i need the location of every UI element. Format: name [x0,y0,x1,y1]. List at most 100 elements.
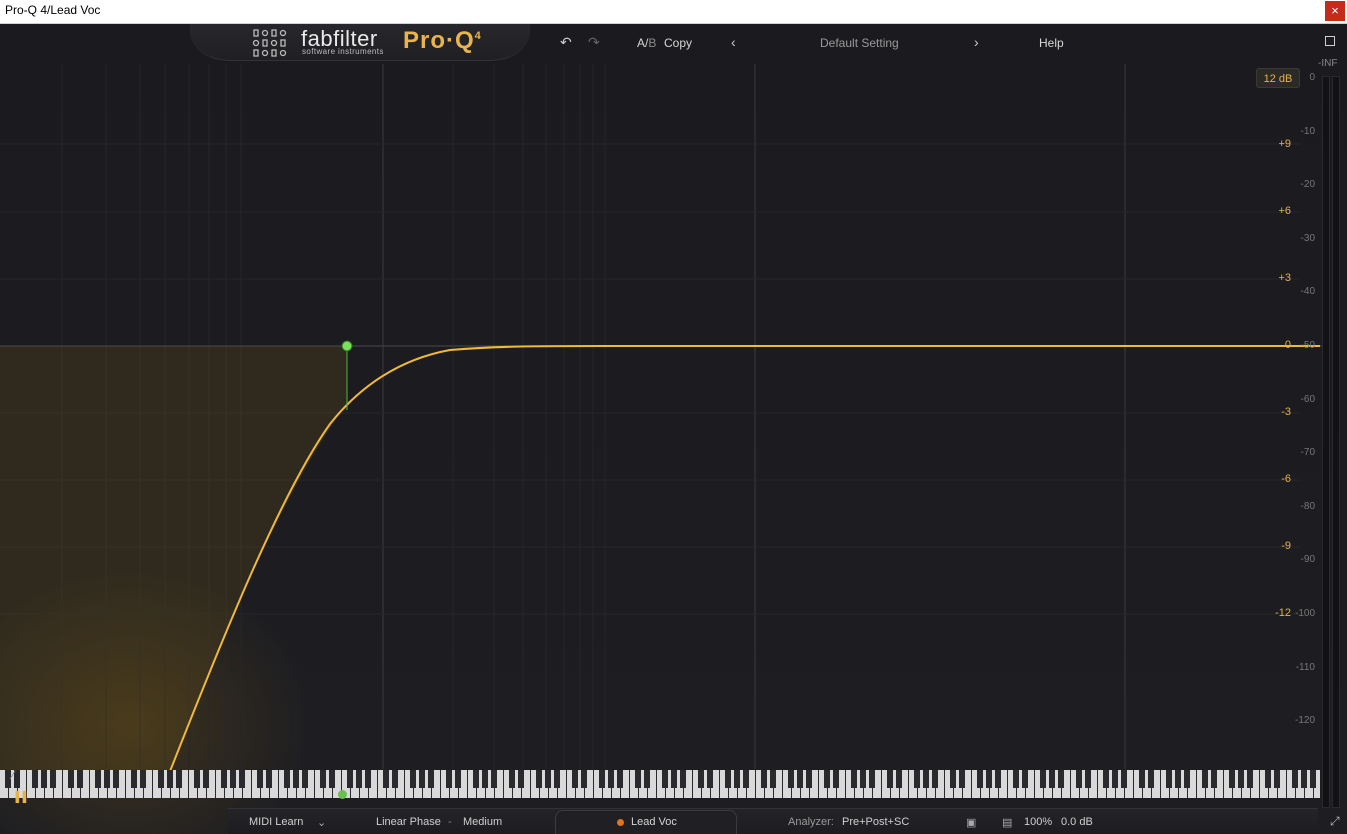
help-button[interactable]: Help [1039,36,1064,50]
black-key[interactable] [194,770,200,788]
black-key[interactable] [860,770,866,788]
black-key[interactable] [176,770,182,788]
undo-icon[interactable]: ↶ [560,34,572,51]
black-key[interactable] [743,770,749,788]
black-key[interactable] [266,770,272,788]
fullscreen-icon[interactable] [1325,36,1335,46]
black-key[interactable] [1229,770,1235,788]
zoom-value[interactable]: 100% [1024,816,1052,828]
black-key[interactable] [995,770,1001,788]
black-key[interactable] [986,770,992,788]
black-key[interactable] [761,770,767,788]
black-key[interactable] [1265,770,1271,788]
black-key[interactable] [239,770,245,788]
black-key[interactable] [851,770,857,788]
black-key[interactable] [113,770,119,788]
black-key[interactable] [1211,770,1217,788]
black-key[interactable] [1247,770,1253,788]
chevron-right-icon[interactable]: › [974,34,979,50]
black-key[interactable] [284,770,290,788]
black-key[interactable] [869,770,875,788]
black-key[interactable] [95,770,101,788]
black-key[interactable] [1274,770,1280,788]
black-key[interactable] [1013,770,1019,788]
piano-keyboard[interactable] [0,770,1320,798]
black-key[interactable] [1103,770,1109,788]
black-key[interactable] [887,770,893,788]
latency-mode-button[interactable]: Medium [463,816,502,828]
black-key[interactable] [1076,770,1082,788]
black-key[interactable] [617,770,623,788]
piano-icon[interactable]: ▐▐ [12,792,26,803]
midi-learn-dropdown-icon[interactable]: ⌄ [317,816,326,829]
analyzer-mode-button[interactable]: Pre+Post+SC [842,816,909,828]
black-key[interactable] [1175,770,1181,788]
output-gain-value[interactable]: 0.0 dB [1061,816,1093,828]
black-key[interactable] [473,770,479,788]
black-key[interactable] [320,770,326,788]
band-1-node[interactable] [341,340,353,352]
black-key[interactable] [1310,770,1316,788]
black-key[interactable] [158,770,164,788]
black-key[interactable] [41,770,47,788]
black-key[interactable] [1085,770,1091,788]
chevron-left-icon[interactable]: ‹ [731,34,736,50]
black-key[interactable] [1202,770,1208,788]
black-key[interactable] [293,770,299,788]
black-key[interactable] [428,770,434,788]
black-key[interactable] [734,770,740,788]
black-key[interactable] [5,770,11,788]
black-key[interactable] [131,770,137,788]
black-key[interactable] [1184,770,1190,788]
snapshot-icon[interactable]: ▣ [966,816,976,829]
black-key[interactable] [833,770,839,788]
output-icon[interactable]: ▤ [1002,816,1012,829]
black-key[interactable] [347,770,353,788]
black-key[interactable] [896,770,902,788]
black-key[interactable] [302,770,308,788]
black-key[interactable] [914,770,920,788]
black-key[interactable] [1301,770,1307,788]
black-key[interactable] [1040,770,1046,788]
black-key[interactable] [959,770,965,788]
black-key[interactable] [104,770,110,788]
black-key[interactable] [554,770,560,788]
preset-name[interactable]: Default Setting [820,36,899,50]
black-key[interactable] [167,770,173,788]
black-key[interactable] [932,770,938,788]
black-key[interactable] [1049,770,1055,788]
black-key[interactable] [419,770,425,788]
resize-icon[interactable]: ⤢ [1330,814,1340,829]
black-key[interactable] [923,770,929,788]
black-key[interactable] [365,770,371,788]
black-key[interactable] [203,770,209,788]
black-key[interactable] [1121,770,1127,788]
black-key[interactable] [806,770,812,788]
black-key[interactable] [1238,770,1244,788]
black-key[interactable] [662,770,668,788]
black-key[interactable] [1148,770,1154,788]
black-key[interactable] [608,770,614,788]
black-key[interactable] [1139,770,1145,788]
black-key[interactable] [581,770,587,788]
black-key[interactable] [797,770,803,788]
black-key[interactable] [770,770,776,788]
black-key[interactable] [518,770,524,788]
black-key[interactable] [32,770,38,788]
black-key[interactable] [536,770,542,788]
black-key[interactable] [1112,770,1118,788]
black-key[interactable] [392,770,398,788]
close-button[interactable]: × [1325,1,1345,21]
black-key[interactable] [455,770,461,788]
black-key[interactable] [356,770,362,788]
ab-toggle[interactable]: A/B [637,36,656,50]
black-key[interactable] [329,770,335,788]
black-key[interactable] [707,770,713,788]
black-key[interactable] [140,770,146,788]
black-key[interactable] [635,770,641,788]
black-key[interactable] [1058,770,1064,788]
black-key[interactable] [788,770,794,788]
black-key[interactable] [257,770,263,788]
black-key[interactable] [14,770,20,788]
channel-tab[interactable]: Lead Voc [555,810,737,834]
